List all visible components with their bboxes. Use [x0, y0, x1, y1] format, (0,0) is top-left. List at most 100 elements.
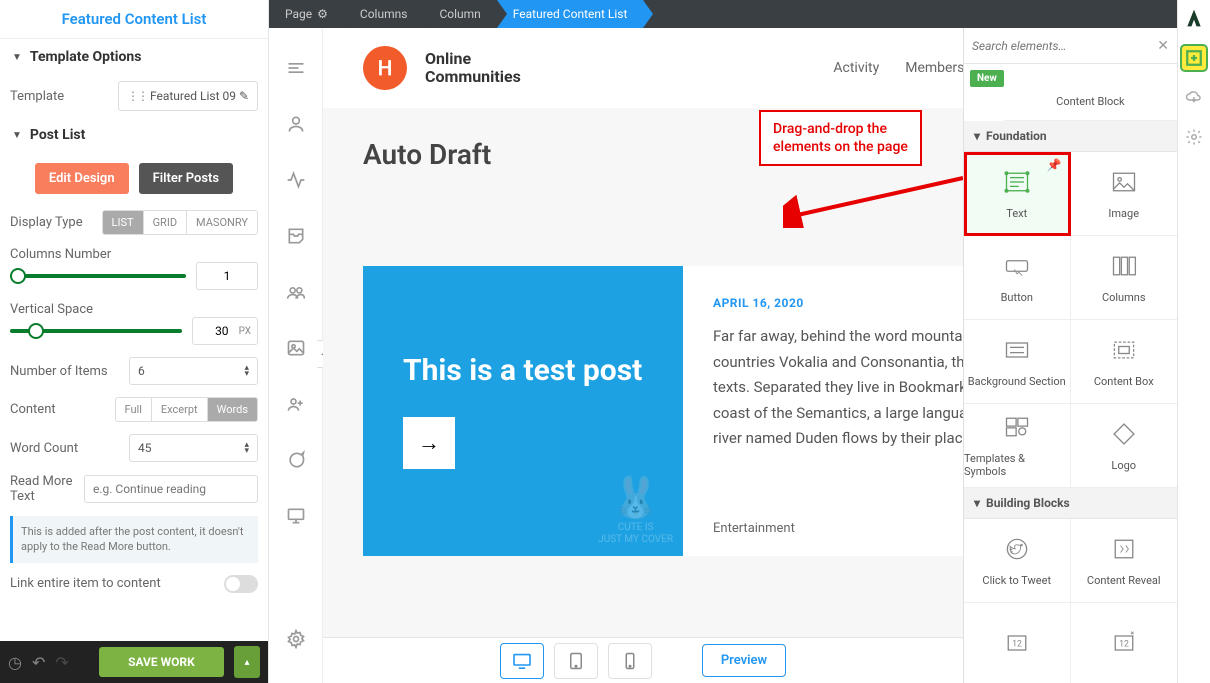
element-text[interactable]: 📌 Text — [964, 152, 1071, 236]
undo-icon[interactable]: ↶ — [32, 653, 45, 672]
inbox-icon[interactable] — [286, 226, 306, 250]
element-content-reveal[interactable]: Content Reveal — [1071, 519, 1178, 603]
group-icon[interactable] — [286, 282, 306, 306]
annotation-callout: Drag-and-drop the elements on the page — [759, 110, 922, 166]
vspace-input-group: PX — [192, 317, 258, 345]
bg-section-icon — [1003, 336, 1031, 367]
element-bg-section[interactable]: Background Section — [964, 320, 1071, 404]
svg-text:12: 12 — [1119, 640, 1129, 650]
element-content-box[interactable]: Content Box — [1071, 320, 1178, 404]
columns-number-label: Columns Number — [10, 247, 258, 262]
columns-slider[interactable] — [10, 274, 186, 278]
text-element-icon — [1003, 168, 1031, 199]
user-icon[interactable] — [286, 114, 306, 138]
content-full-option[interactable]: Full — [116, 398, 152, 421]
slider-thumb[interactable] — [10, 268, 26, 284]
save-work-button[interactable]: SAVE WORK — [99, 647, 224, 677]
chat-icon[interactable] — [286, 450, 306, 474]
friends-icon[interactable] — [286, 394, 306, 418]
nav-members[interactable]: Members — [905, 60, 964, 76]
device-desktop-button[interactable] — [500, 643, 544, 679]
vertical-icon-strip — [269, 28, 323, 683]
element-image[interactable]: Image — [1071, 152, 1178, 236]
element-columns[interactable]: Columns — [1071, 236, 1178, 320]
foundation-category[interactable]: ▾ Foundation — [964, 121, 1177, 152]
display-masonry-option[interactable]: MASONRY — [187, 211, 257, 234]
word-count-input[interactable]: 45 ▴▾ — [129, 434, 258, 462]
device-tablet-button[interactable] — [554, 643, 598, 679]
read-more-arrow-button[interactable]: → — [403, 417, 455, 469]
edit-design-button[interactable]: Edit Design — [35, 163, 129, 194]
breadcrumb-column[interactable]: Column — [423, 0, 496, 28]
content-excerpt-option[interactable]: Excerpt — [152, 398, 208, 421]
element-button[interactable]: Button — [964, 236, 1071, 320]
caret-down-icon: ▼ — [12, 130, 22, 141]
building-blocks-category[interactable]: ▾ Building Blocks — [964, 488, 1177, 519]
template-options-accordion[interactable]: ▼ Template Options — [0, 39, 268, 75]
element-click-tweet[interactable]: Click to Tweet — [964, 519, 1071, 603]
new-badge: New — [970, 70, 1004, 87]
display-type-segment: LIST GRID MASONRY — [102, 210, 258, 235]
search-elements-input[interactable] — [972, 39, 1157, 53]
image-icon[interactable] — [286, 338, 306, 362]
content-words-option[interactable]: Words — [208, 398, 257, 421]
caret-down-icon: ▾ — [974, 129, 980, 143]
vspace-slider[interactable] — [10, 329, 182, 333]
nav-activity[interactable]: Activity — [833, 60, 879, 76]
gear-icon[interactable] — [1185, 128, 1203, 150]
redo-icon[interactable]: ↷ — [55, 653, 68, 672]
panel-title: Featured Content List — [0, 0, 268, 39]
save-dropdown-button[interactable]: ▴ — [234, 646, 260, 678]
drag-handle-icon: ⋮⋮ — [127, 89, 147, 103]
breadcrumb-active[interactable]: Featured Content List — [497, 0, 644, 28]
element-countdown-1[interactable]: 12 — [964, 603, 1071, 683]
filter-posts-button[interactable]: Filter Posts — [139, 163, 234, 194]
close-icon[interactable]: ✕ — [1157, 38, 1169, 54]
breadcrumb-columns[interactable]: Columns — [344, 0, 424, 28]
vspace-input[interactable] — [193, 324, 233, 338]
pin-icon[interactable]: 📌 — [1047, 158, 1062, 172]
device-toolbar: Preview — [323, 637, 963, 683]
caret-down-icon: ▾ — [974, 496, 980, 510]
add-element-button[interactable] — [1182, 46, 1206, 70]
site-logo[interactable]: ᕼ — [363, 46, 407, 90]
preview-button[interactable]: Preview — [702, 644, 786, 677]
template-selector[interactable]: ⋮⋮ Featured List 09 ✎ — [118, 81, 258, 111]
reveal-icon — [1110, 535, 1138, 566]
vertical-space-label: Vertical Space — [10, 302, 258, 317]
link-entire-label: Link entire item to content — [10, 576, 216, 591]
history-icon[interactable]: ◷ — [8, 653, 22, 672]
menu-icon[interactable] — [286, 58, 306, 82]
post-category[interactable]: Entertainment — [713, 521, 795, 536]
num-items-dropdown[interactable]: 6 ▴▾ — [129, 357, 258, 385]
desktop-icon[interactable] — [286, 506, 306, 530]
post-image-area: This is a test post → 🐰 CUTE IS JUST MY … — [363, 266, 683, 556]
slider-thumb[interactable] — [28, 323, 44, 339]
breadcrumb-page[interactable]: Page ⚙ — [269, 0, 344, 28]
activity-icon[interactable] — [286, 170, 306, 194]
columns-input[interactable] — [196, 262, 258, 290]
app-logo-icon[interactable] — [1184, 8, 1204, 28]
left-settings-panel: Featured Content List ▼ Template Options… — [0, 0, 269, 683]
content-block-label[interactable]: Content Block — [1056, 95, 1124, 108]
brand-text: Online Communities — [425, 50, 521, 85]
cloud-icon[interactable] — [1185, 88, 1203, 110]
content-type-segment: Full Excerpt Words — [115, 397, 258, 422]
caret-down-icon: ▼ — [12, 52, 22, 63]
logo-element-icon — [1110, 420, 1138, 451]
element-templates[interactable]: Templates & Symbols — [964, 404, 1071, 488]
device-mobile-button[interactable] — [608, 643, 652, 679]
read-more-input[interactable] — [84, 475, 258, 503]
gear-icon: ⚙ — [317, 7, 328, 21]
content-box-icon — [1110, 336, 1138, 367]
display-grid-option[interactable]: GRID — [144, 211, 187, 234]
post-list-accordion[interactable]: ▼ Post List — [0, 117, 268, 153]
settings-icon[interactable] — [286, 629, 306, 653]
display-list-option[interactable]: LIST — [103, 211, 144, 234]
link-entire-toggle[interactable] — [224, 575, 258, 593]
image-element-icon — [1110, 168, 1138, 199]
element-logo[interactable]: Logo — [1071, 404, 1178, 488]
logo-glyph-icon: ᕼ — [377, 56, 392, 80]
pencil-icon[interactable]: ✎ — [239, 89, 249, 103]
element-countdown-2[interactable]: 12 — [1071, 603, 1178, 683]
